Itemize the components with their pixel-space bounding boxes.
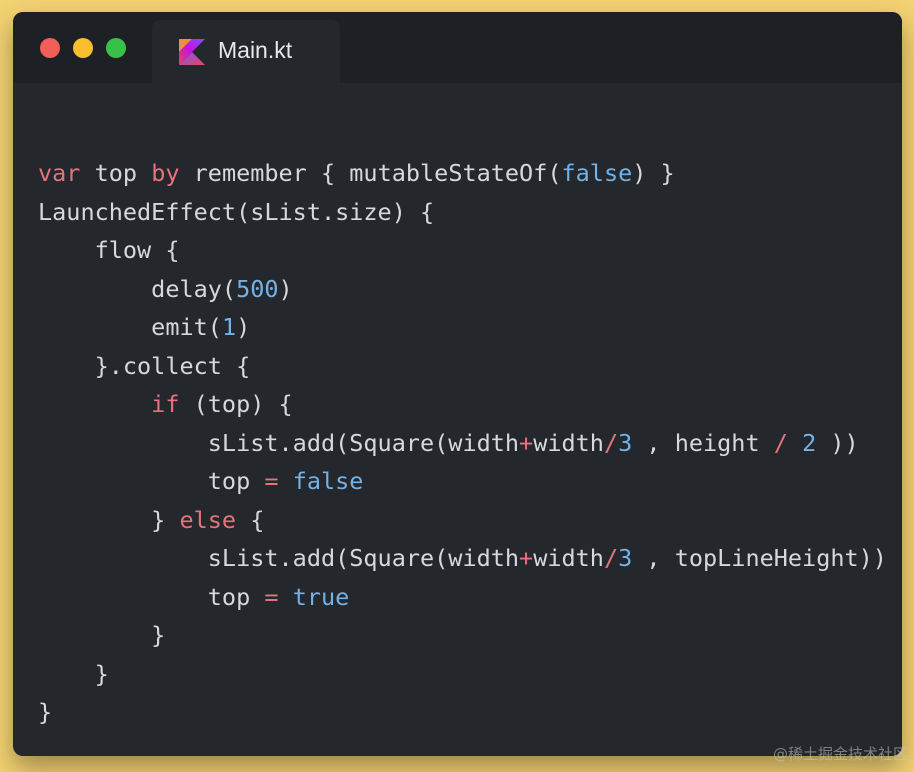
code-literal: true [292, 582, 350, 611]
title-bar: Main.kt [13, 12, 902, 83]
code-text: sList.add(Square(width [38, 544, 520, 572]
code-line: LaunchedEffect(sList.size) { [38, 193, 887, 232]
code-window: Main.kt var top by remember { mutableSta… [13, 12, 902, 756]
tab-title: Main.kt [218, 37, 293, 63]
code-literal: 3 [618, 428, 633, 457]
code-keyword: = [264, 582, 279, 611]
close-button[interactable] [40, 38, 60, 58]
code-text: top [80, 159, 152, 187]
code-keyword: / [603, 544, 619, 572]
code-line: }.collect { [38, 347, 887, 386]
code-line: } [38, 693, 887, 732]
code-text: )) [816, 428, 859, 457]
code-line: } else { [38, 501, 887, 540]
code-text: ) [236, 313, 251, 341]
code-keyword: = [264, 467, 279, 495]
code-line: sList.add(Square(width+width/3 , topLine… [38, 539, 887, 578]
code-line: if (top) { [38, 385, 887, 424]
code-line: top = true [38, 578, 887, 617]
code-line: flow { [38, 231, 887, 270]
code-keyword: / [603, 428, 619, 457]
code-text: } [38, 621, 166, 649]
code-line: sList.add(Square(width+width/3 , height … [38, 424, 887, 463]
code-keyword: + [519, 428, 534, 457]
code-line: } [38, 616, 887, 655]
code-line: var top by remember { mutableStateOf(fal… [38, 154, 887, 193]
code-text: ) } [632, 159, 675, 187]
code-text: top [38, 582, 265, 611]
code-text: remember { mutableStateOf( [179, 159, 562, 187]
code-literal: 2 [802, 428, 817, 457]
kotlin-icon [179, 39, 205, 65]
code-line: top = false [38, 462, 887, 501]
code-text: } [38, 659, 109, 688]
code-line: emit(1) [38, 308, 887, 347]
code-keyword: + [519, 544, 534, 572]
code-text: width [533, 544, 604, 572]
code-literal: 3 [618, 544, 633, 572]
code-text: emit( [38, 313, 222, 341]
code-text: flow { [38, 236, 180, 264]
code-text: top [38, 467, 265, 495]
code-text: }.collect { [38, 351, 251, 380]
code-text: , topLineHeight)) [632, 544, 887, 572]
code-text: (top) { [179, 390, 293, 418]
code-text: width [533, 428, 604, 457]
maximize-button[interactable] [106, 38, 126, 58]
code-literal: 1 [221, 313, 237, 341]
minimize-button[interactable] [73, 38, 93, 58]
code-text: } [38, 505, 180, 534]
code-text: , height [632, 428, 774, 457]
code-text: delay( [38, 274, 237, 303]
tab-main-kt[interactable]: Main.kt [152, 20, 340, 83]
watermark: @稀土掘金技术社区 [772, 745, 908, 763]
code-keyword: / [773, 428, 788, 457]
code-text: } [38, 698, 53, 726]
code-editor[interactable]: var top by remember { mutableStateOf(fal… [38, 154, 887, 732]
code-keyword: var [38, 159, 81, 187]
code-text: sList.add(Square(width [38, 428, 520, 457]
code-line: delay(500) [38, 270, 887, 309]
code-literal: false [292, 467, 364, 495]
code-text: { [236, 505, 265, 534]
code-literal: 500 [236, 274, 279, 303]
code-keyword: else [179, 505, 237, 534]
code-text: ) [278, 274, 293, 303]
code-line: } [38, 655, 887, 694]
code-keyword: if [38, 390, 180, 418]
code-keyword: by [151, 159, 180, 187]
code-text: LaunchedEffect(sList.size) { [38, 197, 435, 226]
code-literal: false [561, 159, 633, 187]
